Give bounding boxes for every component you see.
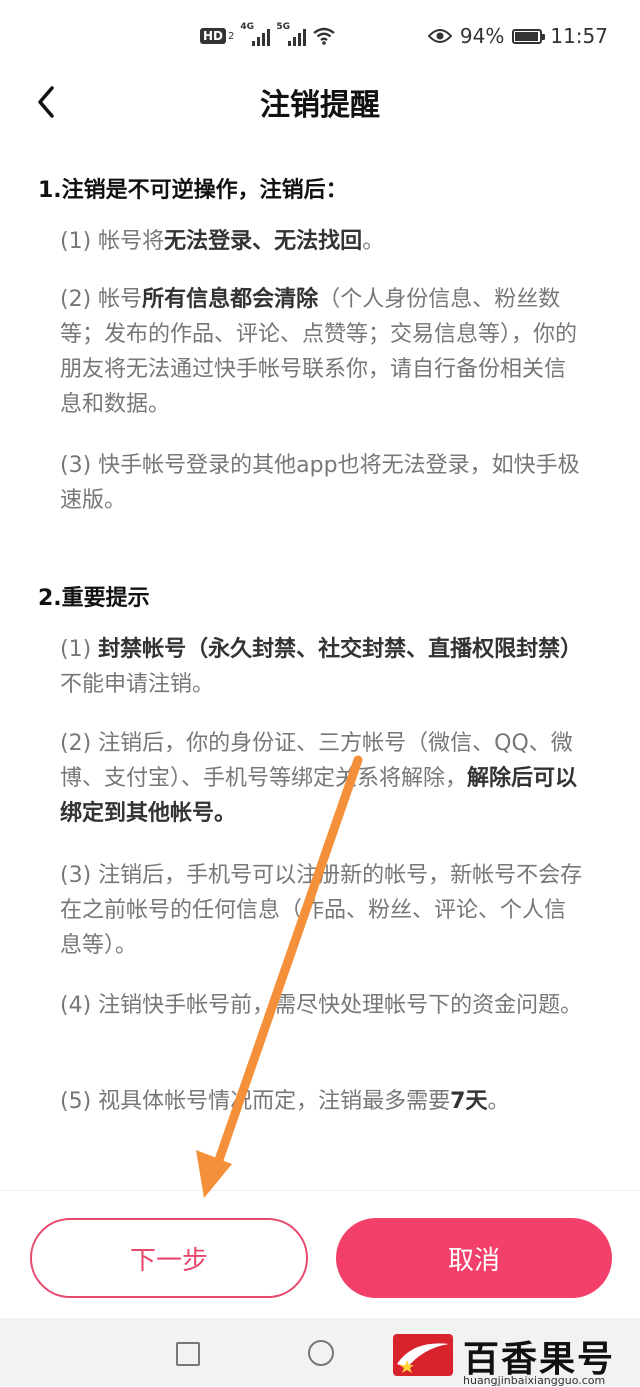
section2-item-3: (3) 注销后，手机号可以注册新的帐号，新帐号不会存在之前帐号的任何信息（作品、… <box>60 863 583 958</box>
signal-5g-icon: 5G <box>276 22 307 46</box>
home-icon[interactable] <box>308 1340 334 1366</box>
page-header: 注销提醒 <box>0 72 640 128</box>
page-title: 注销提醒 <box>260 88 380 123</box>
watermark: 百香果号 huangjinbaixiangguo.com <box>393 1330 640 1387</box>
hd-icon: HD <box>200 28 227 44</box>
status-right: 94% 11:57 <box>427 24 608 48</box>
eye-icon <box>427 29 452 43</box>
wifi-icon <box>313 27 336 45</box>
signal-4g-icon: 4G <box>240 22 271 46</box>
notice-content: 1.注销是不可逆操作，注销后： (1) 帐号将无法登录、无法找回。 (2) 帐号… <box>0 128 640 1188</box>
section1-item-3: (3) 快手帐号登录的其他app也将无法登录，如快手极速版。 <box>60 453 580 513</box>
next-step-button[interactable]: 下一步 <box>30 1218 308 1298</box>
battery-percent: 94% <box>459 24 505 48</box>
hd-sub-label: 2 <box>228 30 235 42</box>
section1-heading: 1.注销是不可逆操作，注销后： <box>38 178 348 203</box>
footer-divider <box>0 1190 640 1191</box>
watermark-logo-icon <box>393 1334 453 1376</box>
section2-item-4: (4) 注销快手帐号前，需尽快处理帐号下的资金问题。 <box>60 993 583 1018</box>
recents-icon[interactable] <box>176 1342 200 1366</box>
status-left: HD 2 4G 5G <box>200 22 336 46</box>
clock: 11:57 <box>550 24 608 48</box>
section1-item-2: (2) 帐号所有信息都会清除（个人身份信息、粉丝数等；发布的作品、评论、点赞等；… <box>60 287 578 417</box>
section2-heading: 2.重要提示 <box>38 586 150 611</box>
status-bar: HD 2 4G 5G 94% 11:57 <box>0 0 640 72</box>
section1-item-1: (1) 帐号将无法登录、无法找回。 <box>60 229 385 254</box>
battery-icon <box>512 28 546 44</box>
section2-item-2: (2) 注销后，你的身份证、三方帐号（微信、QQ、微博、支付宝）、手机号等绑定关… <box>60 731 578 826</box>
section2-item-1: (1) 封禁帐号（永久封禁、社交封禁、直播权限封禁）不能申请注销。 <box>60 637 583 697</box>
watermark-url: huangjinbaixiangguo.com <box>463 1374 606 1387</box>
cancel-button[interactable]: 取消 <box>336 1218 612 1298</box>
section2-item-5: (5) 视具体帐号情况而定，注销最多需要7天。 <box>60 1089 510 1114</box>
